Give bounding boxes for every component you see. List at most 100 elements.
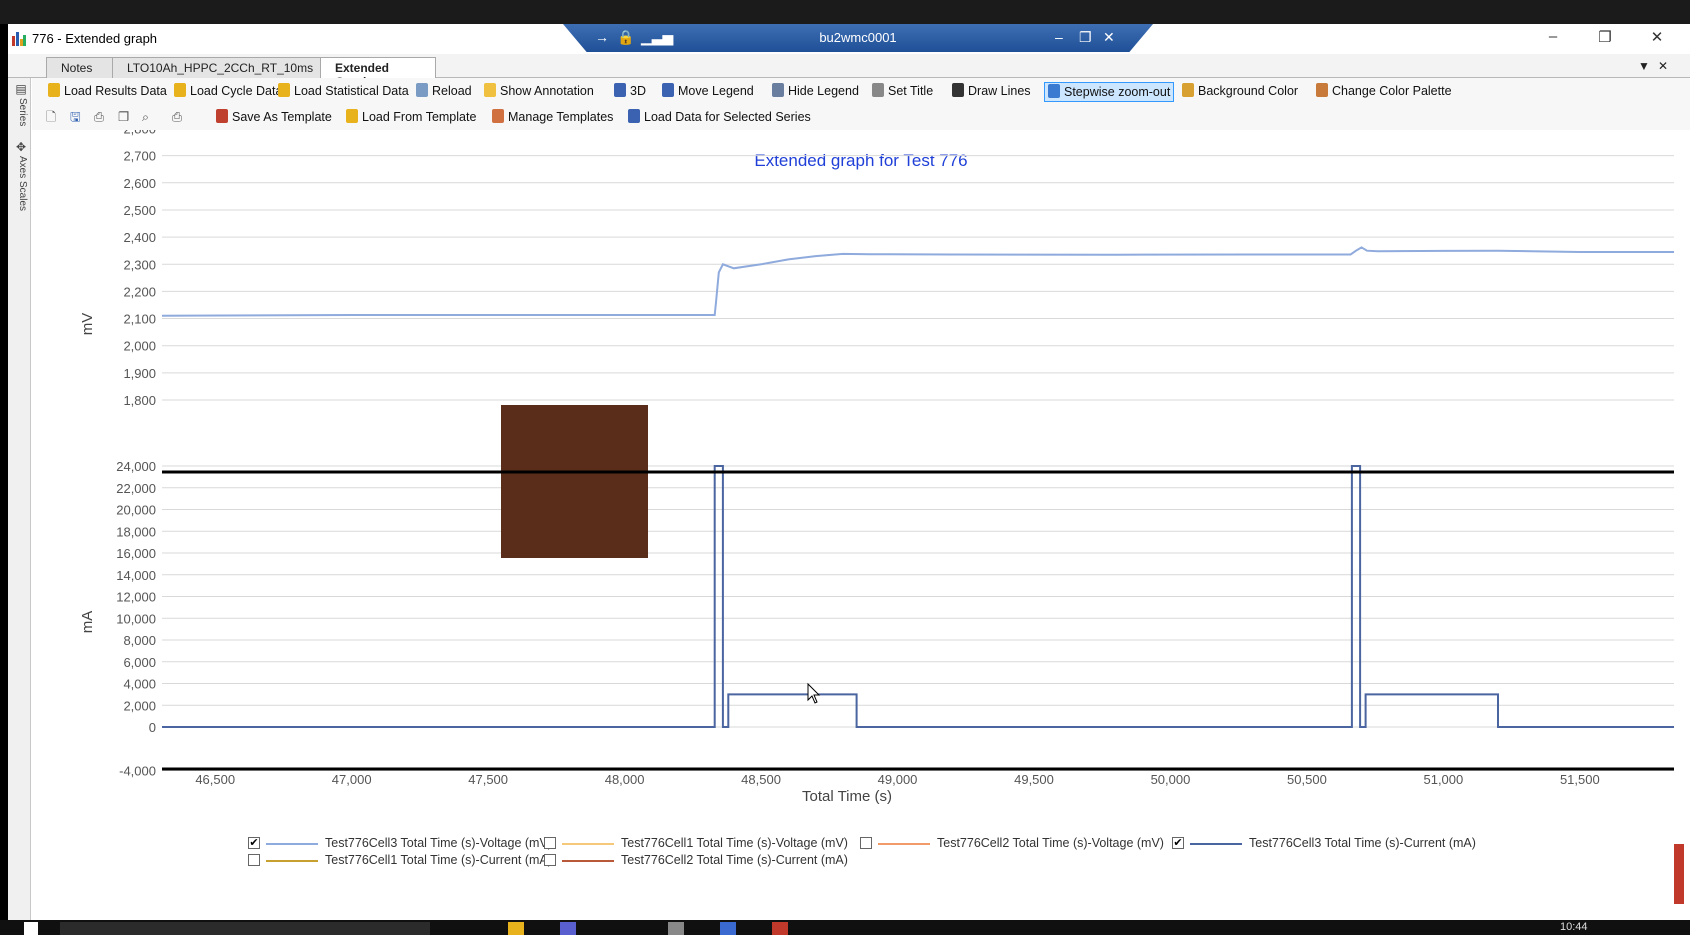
toolbar-button-label: Load Results Data bbox=[64, 84, 167, 98]
remote-connection-bar: → 🔒 ▁▃▅ bu2wmc0001 – ❐ ✕ bbox=[563, 24, 1153, 52]
y-tick-label: 12,000 bbox=[116, 590, 156, 605]
legend-checkbox[interactable]: ✔ bbox=[1172, 837, 1184, 849]
toolbar-button-label: Load Data for Selected Series bbox=[644, 110, 811, 124]
settings-icon[interactable] bbox=[668, 922, 684, 935]
legend-icon bbox=[772, 83, 784, 97]
toolbar-button-load-cycle-data[interactable]: Load Cycle Data bbox=[174, 82, 282, 102]
save-icon[interactable]: 🖫 bbox=[70, 108, 81, 128]
toolbar-button-3d[interactable]: 3D bbox=[614, 82, 646, 102]
close-button[interactable]: ✕ bbox=[1634, 28, 1680, 50]
x-axis-label: Total Time (s) bbox=[802, 788, 892, 805]
remote-minimize-icon[interactable]: – bbox=[1055, 29, 1063, 45]
toolbar-button-load-results-data[interactable]: Load Results Data bbox=[48, 82, 167, 102]
series-panel-icon[interactable]: ▤ bbox=[11, 82, 28, 96]
y-tick-label: 8,000 bbox=[123, 633, 156, 648]
chart-area: Extended graph for Test 776 2,800 2,700 2,6… bbox=[32, 130, 1690, 920]
redaction-box bbox=[501, 405, 648, 558]
toolbar-button-label: Save As Template bbox=[232, 110, 332, 124]
chart-title: Extended graph for Test 776 bbox=[754, 151, 967, 170]
move-icon bbox=[662, 83, 674, 97]
start-icon[interactable] bbox=[24, 922, 38, 935]
y-tick-label: 4,000 bbox=[123, 677, 156, 692]
database-icon bbox=[346, 109, 358, 123]
toolbar-button-label: Reload bbox=[432, 84, 472, 98]
legend-label: Test776Cell2 Total Time (s)-Voltage (mV) bbox=[937, 836, 1164, 850]
toolbar-main: Load Results Data Load Cycle Data Load Sta… bbox=[32, 78, 1690, 104]
x-tick-label: 47,500 bbox=[468, 772, 508, 787]
minimize-button[interactable]: – bbox=[1530, 28, 1576, 50]
legend-label: Test776Cell1 Total Time (s)-Current (mA) bbox=[325, 853, 552, 867]
y-tick-label: 2,500 bbox=[123, 203, 156, 218]
x-tick-label: 46,500 bbox=[195, 772, 235, 787]
remote-restore-icon[interactable]: ❐ bbox=[1079, 29, 1092, 46]
y-axis-label: mA bbox=[79, 611, 96, 634]
scroll-marker bbox=[1674, 844, 1684, 904]
tab-notes[interactable]: Notes bbox=[46, 57, 114, 78]
legend-checkbox[interactable] bbox=[248, 854, 260, 866]
tab-close-icon[interactable]: ✕ bbox=[1658, 59, 1668, 73]
taskbar: 10:44 bbox=[0, 920, 1690, 935]
toolbar-button-show-annotation[interactable]: Show Annotation bbox=[484, 82, 594, 102]
title-bar: 776 - Extended graph → 🔒 ▁▃▅ bu2wmc0001 … bbox=[8, 24, 1690, 54]
x-tick-label: 50,000 bbox=[1151, 772, 1191, 787]
screen-top-bar bbox=[0, 0, 1690, 24]
y-tick-label: 2,600 bbox=[123, 176, 156, 191]
file-explorer-icon[interactable] bbox=[508, 922, 524, 935]
print-preview-icon[interactable]: ⌕ bbox=[142, 108, 149, 128]
app2-taskbar-icon[interactable] bbox=[772, 922, 788, 935]
toolbar-button-stepwise-zoom-out[interactable]: Stepwise zoom-out bbox=[1044, 82, 1175, 102]
remote-host-name: bu2wmc0001 bbox=[819, 30, 897, 45]
tab-lto10ah[interactable]: LTO10Ah_HPPC_2CCh_RT_10ms bbox=[112, 57, 322, 78]
new-file-icon[interactable]: 🗋 bbox=[46, 108, 56, 128]
legend-swatch bbox=[266, 860, 318, 862]
toolbar-button-label: Manage Templates bbox=[508, 110, 614, 124]
app-taskbar-icon[interactable] bbox=[720, 922, 736, 935]
y-tick-label: 14,000 bbox=[116, 568, 156, 583]
legend-checkbox[interactable] bbox=[860, 837, 872, 849]
legend-checkbox[interactable] bbox=[544, 837, 556, 849]
teams-icon[interactable] bbox=[560, 922, 576, 935]
toolbar-button-save-as-template[interactable]: Save As Template bbox=[216, 108, 332, 128]
y-tick-label: 2,000 bbox=[123, 339, 156, 354]
x-tick-label: 47,000 bbox=[332, 772, 372, 787]
remote-close-icon[interactable]: ✕ bbox=[1103, 29, 1115, 46]
toolbar-button-label: Load From Template bbox=[362, 110, 477, 124]
toolbar-button-change-color-palette[interactable]: Change Color Palette bbox=[1316, 82, 1452, 102]
series-panel-tab[interactable]: Series bbox=[11, 98, 28, 138]
template-save-icon bbox=[216, 109, 228, 123]
toolbar-button-draw-lines[interactable]: Draw Lines bbox=[952, 82, 1031, 102]
toolbar-button-load-data-for-selected-series[interactable]: Load Data for Selected Series bbox=[628, 108, 811, 128]
toolbar-button-move-legend[interactable]: Move Legend bbox=[662, 82, 754, 102]
toolbar-button-reload[interactable]: Reload bbox=[416, 82, 472, 102]
toolbar-button-load-statistical-data[interactable]: Load Statistical Data bbox=[278, 82, 409, 102]
restore-button[interactable]: ❐ bbox=[1582, 28, 1628, 50]
x-tick-label: 51,000 bbox=[1423, 772, 1463, 787]
x-tick-label: 51,500 bbox=[1560, 772, 1600, 787]
taskbar-search[interactable] bbox=[60, 922, 430, 935]
toolbar-button-background-color[interactable]: Background Color bbox=[1182, 82, 1298, 102]
toolbar-button-load-from-template[interactable]: Load From Template bbox=[346, 108, 476, 128]
toolbar-button-label: Change Color Palette bbox=[1332, 84, 1452, 98]
toolbar-button-set-title[interactable]: Set Title bbox=[872, 82, 933, 102]
toolbar-button-label: Draw Lines bbox=[968, 84, 1031, 98]
copy-icon[interactable]: ❐ bbox=[118, 108, 129, 128]
toolbar-button-label: 3D bbox=[630, 84, 646, 98]
print-icon[interactable]: ⎙ bbox=[94, 108, 104, 128]
tab-strip: Notes LTO10Ah_HPPC_2CCh_RT_10ms Extended… bbox=[8, 54, 1690, 89]
tab-label: Notes bbox=[61, 61, 93, 75]
database-icon bbox=[174, 83, 186, 97]
tab-extended-graph[interactable]: Extended Graph bbox=[320, 57, 436, 89]
x-tick-label: 49,500 bbox=[1014, 772, 1054, 787]
tab-dropdown-icon[interactable]: ▼ bbox=[1638, 59, 1650, 73]
printer-icon[interactable]: ⎙ bbox=[172, 108, 182, 128]
legend-checkbox[interactable]: ✔ bbox=[248, 837, 260, 849]
y-tick-label: 2,400 bbox=[123, 230, 156, 245]
toolbar-button-manage-templates[interactable]: Manage Templates bbox=[492, 108, 613, 128]
y-tick-label: 0 bbox=[149, 720, 156, 735]
axes-move-icon[interactable]: ✥ bbox=[11, 140, 28, 154]
legend-checkbox[interactable] bbox=[544, 854, 556, 866]
y-tick-label: 2,300 bbox=[123, 257, 156, 272]
toolbar-button-hide-legend[interactable]: Hide Legend bbox=[772, 82, 859, 102]
y-tick-label: 20,000 bbox=[116, 503, 156, 518]
axes-scales-tab[interactable]: Axes Scales bbox=[11, 156, 28, 226]
